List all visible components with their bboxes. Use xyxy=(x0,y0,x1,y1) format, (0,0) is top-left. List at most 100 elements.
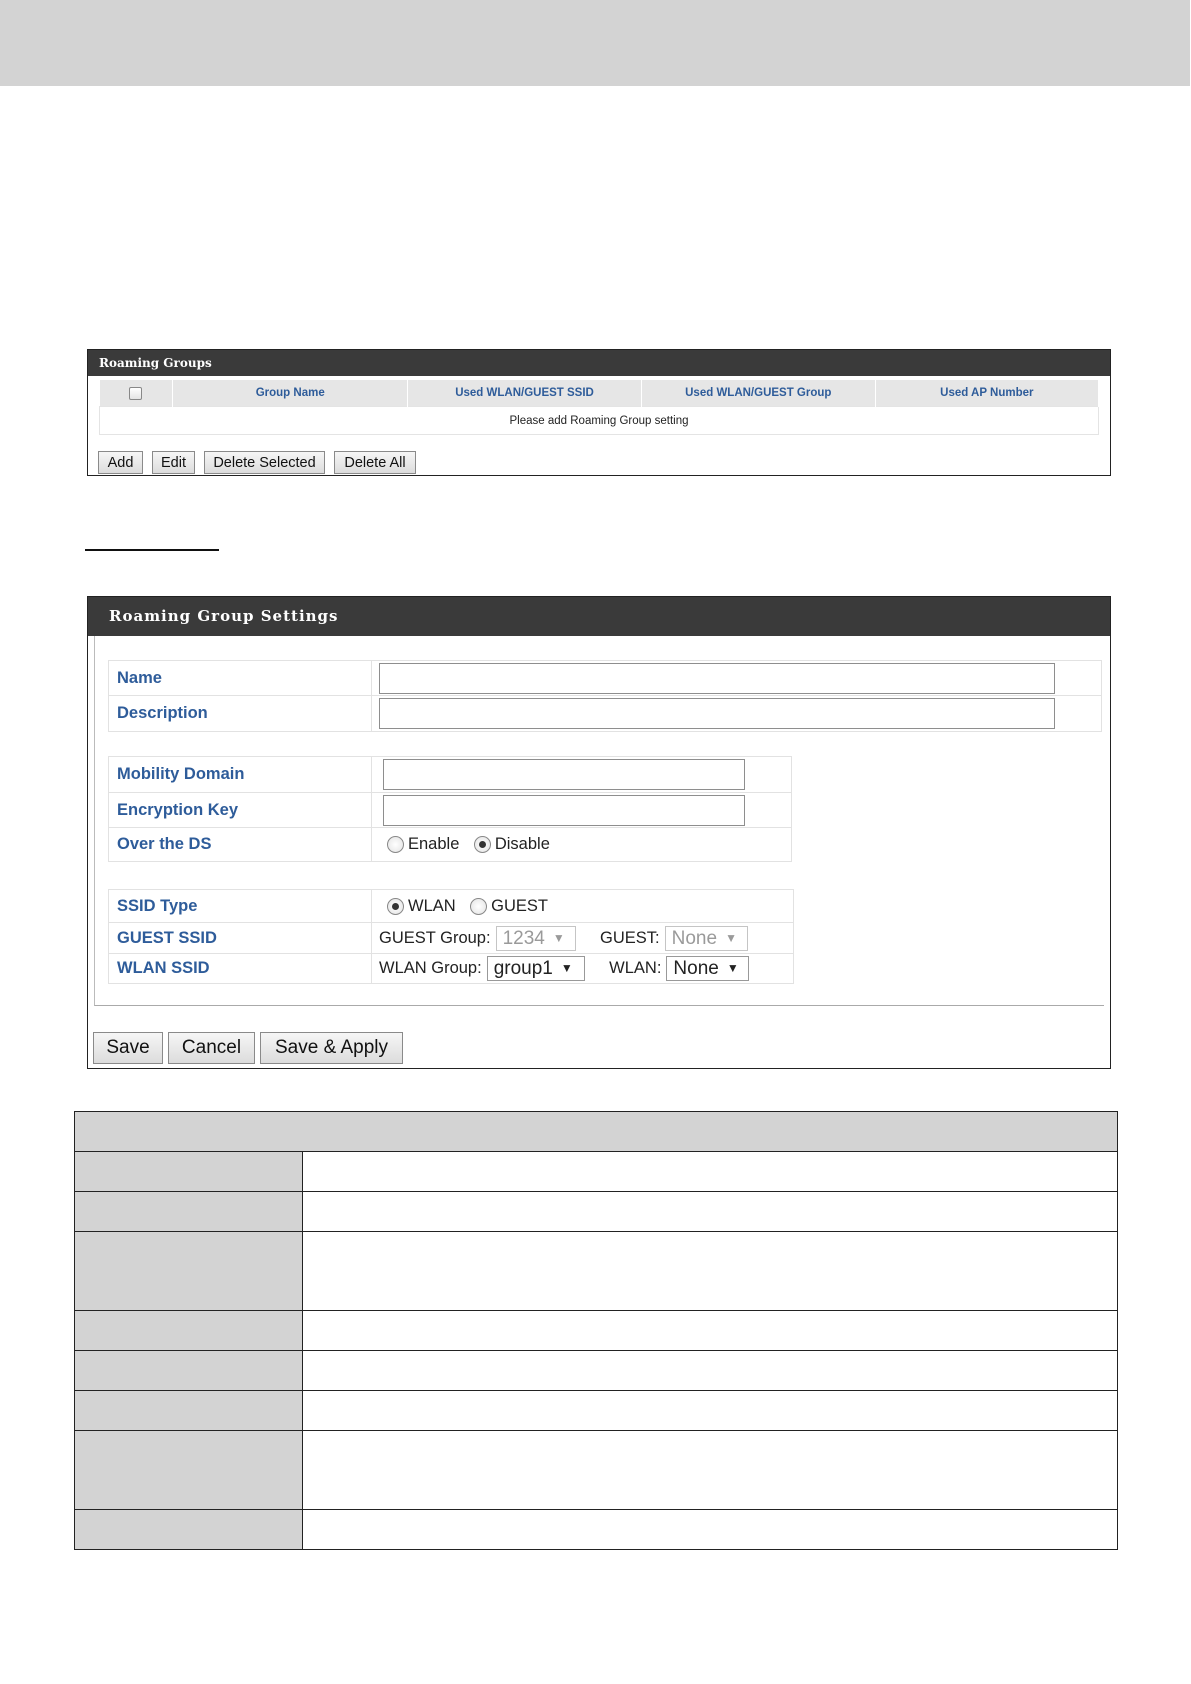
settings-frame: Name Description Mobility Domain Encrypt… xyxy=(94,636,1104,1006)
col-used-ap-number[interactable]: Used AP Number xyxy=(875,380,1100,407)
edit-button[interactable]: Edit xyxy=(152,451,195,474)
guest-ssid-select[interactable]: None ▼ xyxy=(664,925,748,951)
encryption-key-cell xyxy=(371,792,792,828)
mobility-domain-cell xyxy=(371,756,792,793)
table-row xyxy=(74,1430,1118,1510)
table-row xyxy=(74,1231,1118,1311)
name-input[interactable] xyxy=(379,662,1055,694)
ssid-type-row: SSID Type WLAN GUEST xyxy=(108,889,794,923)
encryption-key-label: Encryption Key xyxy=(108,792,372,828)
table-row xyxy=(74,1350,1118,1391)
over-the-ds-disable-radio[interactable] xyxy=(473,836,491,853)
description-input[interactable] xyxy=(379,698,1055,729)
settings-title: Roaming Group Settings xyxy=(88,597,1110,636)
over-the-ds-row: Over the DS Enable Disable xyxy=(108,827,792,862)
ssid-type-label: SSID Type xyxy=(108,889,372,923)
chevron-down-icon: ▼ xyxy=(725,930,737,945)
ssid-table: SSID Type WLAN GUEST GUEST SSID GUEST Gr… xyxy=(108,889,794,984)
cancel-button[interactable]: Cancel xyxy=(168,1032,255,1064)
over-the-ds-cell: Enable Disable xyxy=(371,827,792,862)
table-row xyxy=(74,1111,1118,1152)
guest-ssid-value: None xyxy=(671,927,718,949)
delete-all-button[interactable]: Delete All xyxy=(334,451,416,474)
wlan-ssid-value: None xyxy=(673,958,719,979)
mobility-table: Mobility Domain Encryption Key Over the … xyxy=(108,756,792,862)
guest-group-label: GUEST Group: xyxy=(379,928,491,947)
chevron-down-icon: ▼ xyxy=(552,930,565,945)
select-all-cell xyxy=(99,380,174,407)
page-header-bar xyxy=(0,0,1190,86)
table-value-cell xyxy=(302,1191,1118,1232)
encryption-key-row: Encryption Key xyxy=(108,792,792,828)
table-key-cell xyxy=(74,1430,303,1510)
table-key-cell xyxy=(74,1151,303,1192)
table-row xyxy=(74,1509,1118,1550)
wlan-ssid-row: WLAN SSID WLAN Group: group1 ▼ WLAN: None ▼ xyxy=(108,953,794,984)
ssid-type-guest-radio[interactable] xyxy=(470,897,488,915)
guest-group-select[interactable]: 1234 ▼ xyxy=(495,925,576,951)
delete-selected-button[interactable]: Delete Selected xyxy=(204,451,325,474)
ssid-type-wlan-radio[interactable] xyxy=(387,897,404,915)
table-row xyxy=(74,1191,1118,1232)
guest-group-value: 1234 xyxy=(502,927,545,949)
table-key-cell xyxy=(74,1191,303,1232)
col-used-ssid[interactable]: Used WLAN/GUEST SSID xyxy=(407,380,642,407)
table-header-row: Group Name Used WLAN/GUEST SSID Used WLA… xyxy=(99,380,1100,407)
mobility-domain-label: Mobility Domain xyxy=(108,756,372,793)
name-label: Name xyxy=(108,660,372,696)
mobility-domain-row: Mobility Domain xyxy=(108,756,792,793)
ssid-type-cell: WLAN GUEST xyxy=(371,889,794,923)
guest-ssid-cell: GUEST Group: 1234 ▼ GUEST: None ▼ xyxy=(371,922,794,954)
over-the-ds-enable-radio[interactable] xyxy=(387,836,404,853)
roaming-groups-title: Roaming Groups xyxy=(88,350,1110,376)
wlan-group-value: group1 xyxy=(493,958,553,979)
roaming-group-settings-panel: Roaming Group Settings Name Description … xyxy=(87,596,1111,1069)
col-group-name[interactable]: Group Name xyxy=(172,380,409,407)
over-the-ds-disable-label: Disable xyxy=(494,835,550,853)
table-value-cell xyxy=(302,1390,1118,1431)
mobility-domain-input[interactable] xyxy=(383,759,745,790)
col-used-group[interactable]: Used WLAN/GUEST Group xyxy=(641,380,876,407)
ssid-type-wlan-label: WLAN xyxy=(408,896,456,915)
roaming-groups-panel: Roaming Groups Group Name Used WLAN/GUES… xyxy=(87,349,1111,476)
wlan-group-label: WLAN Group: xyxy=(379,959,482,977)
table-value-cell xyxy=(302,1231,1118,1311)
table-key-cell xyxy=(74,1390,303,1431)
chevron-down-icon: ▼ xyxy=(726,961,739,976)
table-key-cell xyxy=(74,1509,303,1550)
table-value-cell xyxy=(302,1350,1118,1391)
table-row xyxy=(74,1151,1118,1192)
table-row: Please add Roaming Group setting xyxy=(99,406,1099,435)
table-row xyxy=(74,1390,1118,1431)
description-table-header xyxy=(74,1111,1118,1152)
table-value-cell xyxy=(302,1151,1118,1192)
wlan-ssid-select-label: WLAN: xyxy=(609,959,662,977)
name-cell xyxy=(371,660,1102,696)
wlan-ssid-label: WLAN SSID xyxy=(108,953,372,984)
encryption-key-input[interactable] xyxy=(383,794,745,826)
table-key-cell xyxy=(74,1350,303,1391)
save-button[interactable]: Save xyxy=(93,1032,163,1064)
wlan-ssid-cell: WLAN Group: group1 ▼ WLAN: None ▼ xyxy=(371,953,794,984)
description-label: Description xyxy=(108,695,372,732)
ssid-type-guest-label: GUEST xyxy=(491,896,548,915)
section-divider xyxy=(85,549,219,551)
roaming-groups-table: Group Name Used WLAN/GUEST SSID Used WLA… xyxy=(99,380,1100,435)
guest-ssid-row: GUEST SSID GUEST Group: 1234 ▼ GUEST: None ▼ xyxy=(108,922,794,954)
wlan-group-select[interactable]: group1 ▼ xyxy=(486,956,585,981)
over-the-ds-enable-label: Enable xyxy=(408,835,460,853)
save-apply-button[interactable]: Save & Apply xyxy=(260,1032,403,1064)
over-the-ds-label: Over the DS xyxy=(108,827,372,862)
table-value-cell xyxy=(302,1430,1118,1510)
table-key-cell xyxy=(74,1310,303,1351)
add-button[interactable]: Add xyxy=(98,451,143,474)
guest-ssid-select-label: GUEST: xyxy=(600,928,660,947)
field-description-table xyxy=(74,1111,1118,1550)
empty-message: Please add Roaming Group setting xyxy=(99,406,1099,435)
description-row: Description xyxy=(108,695,1102,732)
table-value-cell xyxy=(302,1310,1118,1351)
wlan-ssid-select[interactable]: None ▼ xyxy=(666,956,750,981)
description-cell xyxy=(371,695,1102,732)
table-key-cell xyxy=(74,1231,303,1311)
select-all-checkbox[interactable] xyxy=(129,386,143,400)
